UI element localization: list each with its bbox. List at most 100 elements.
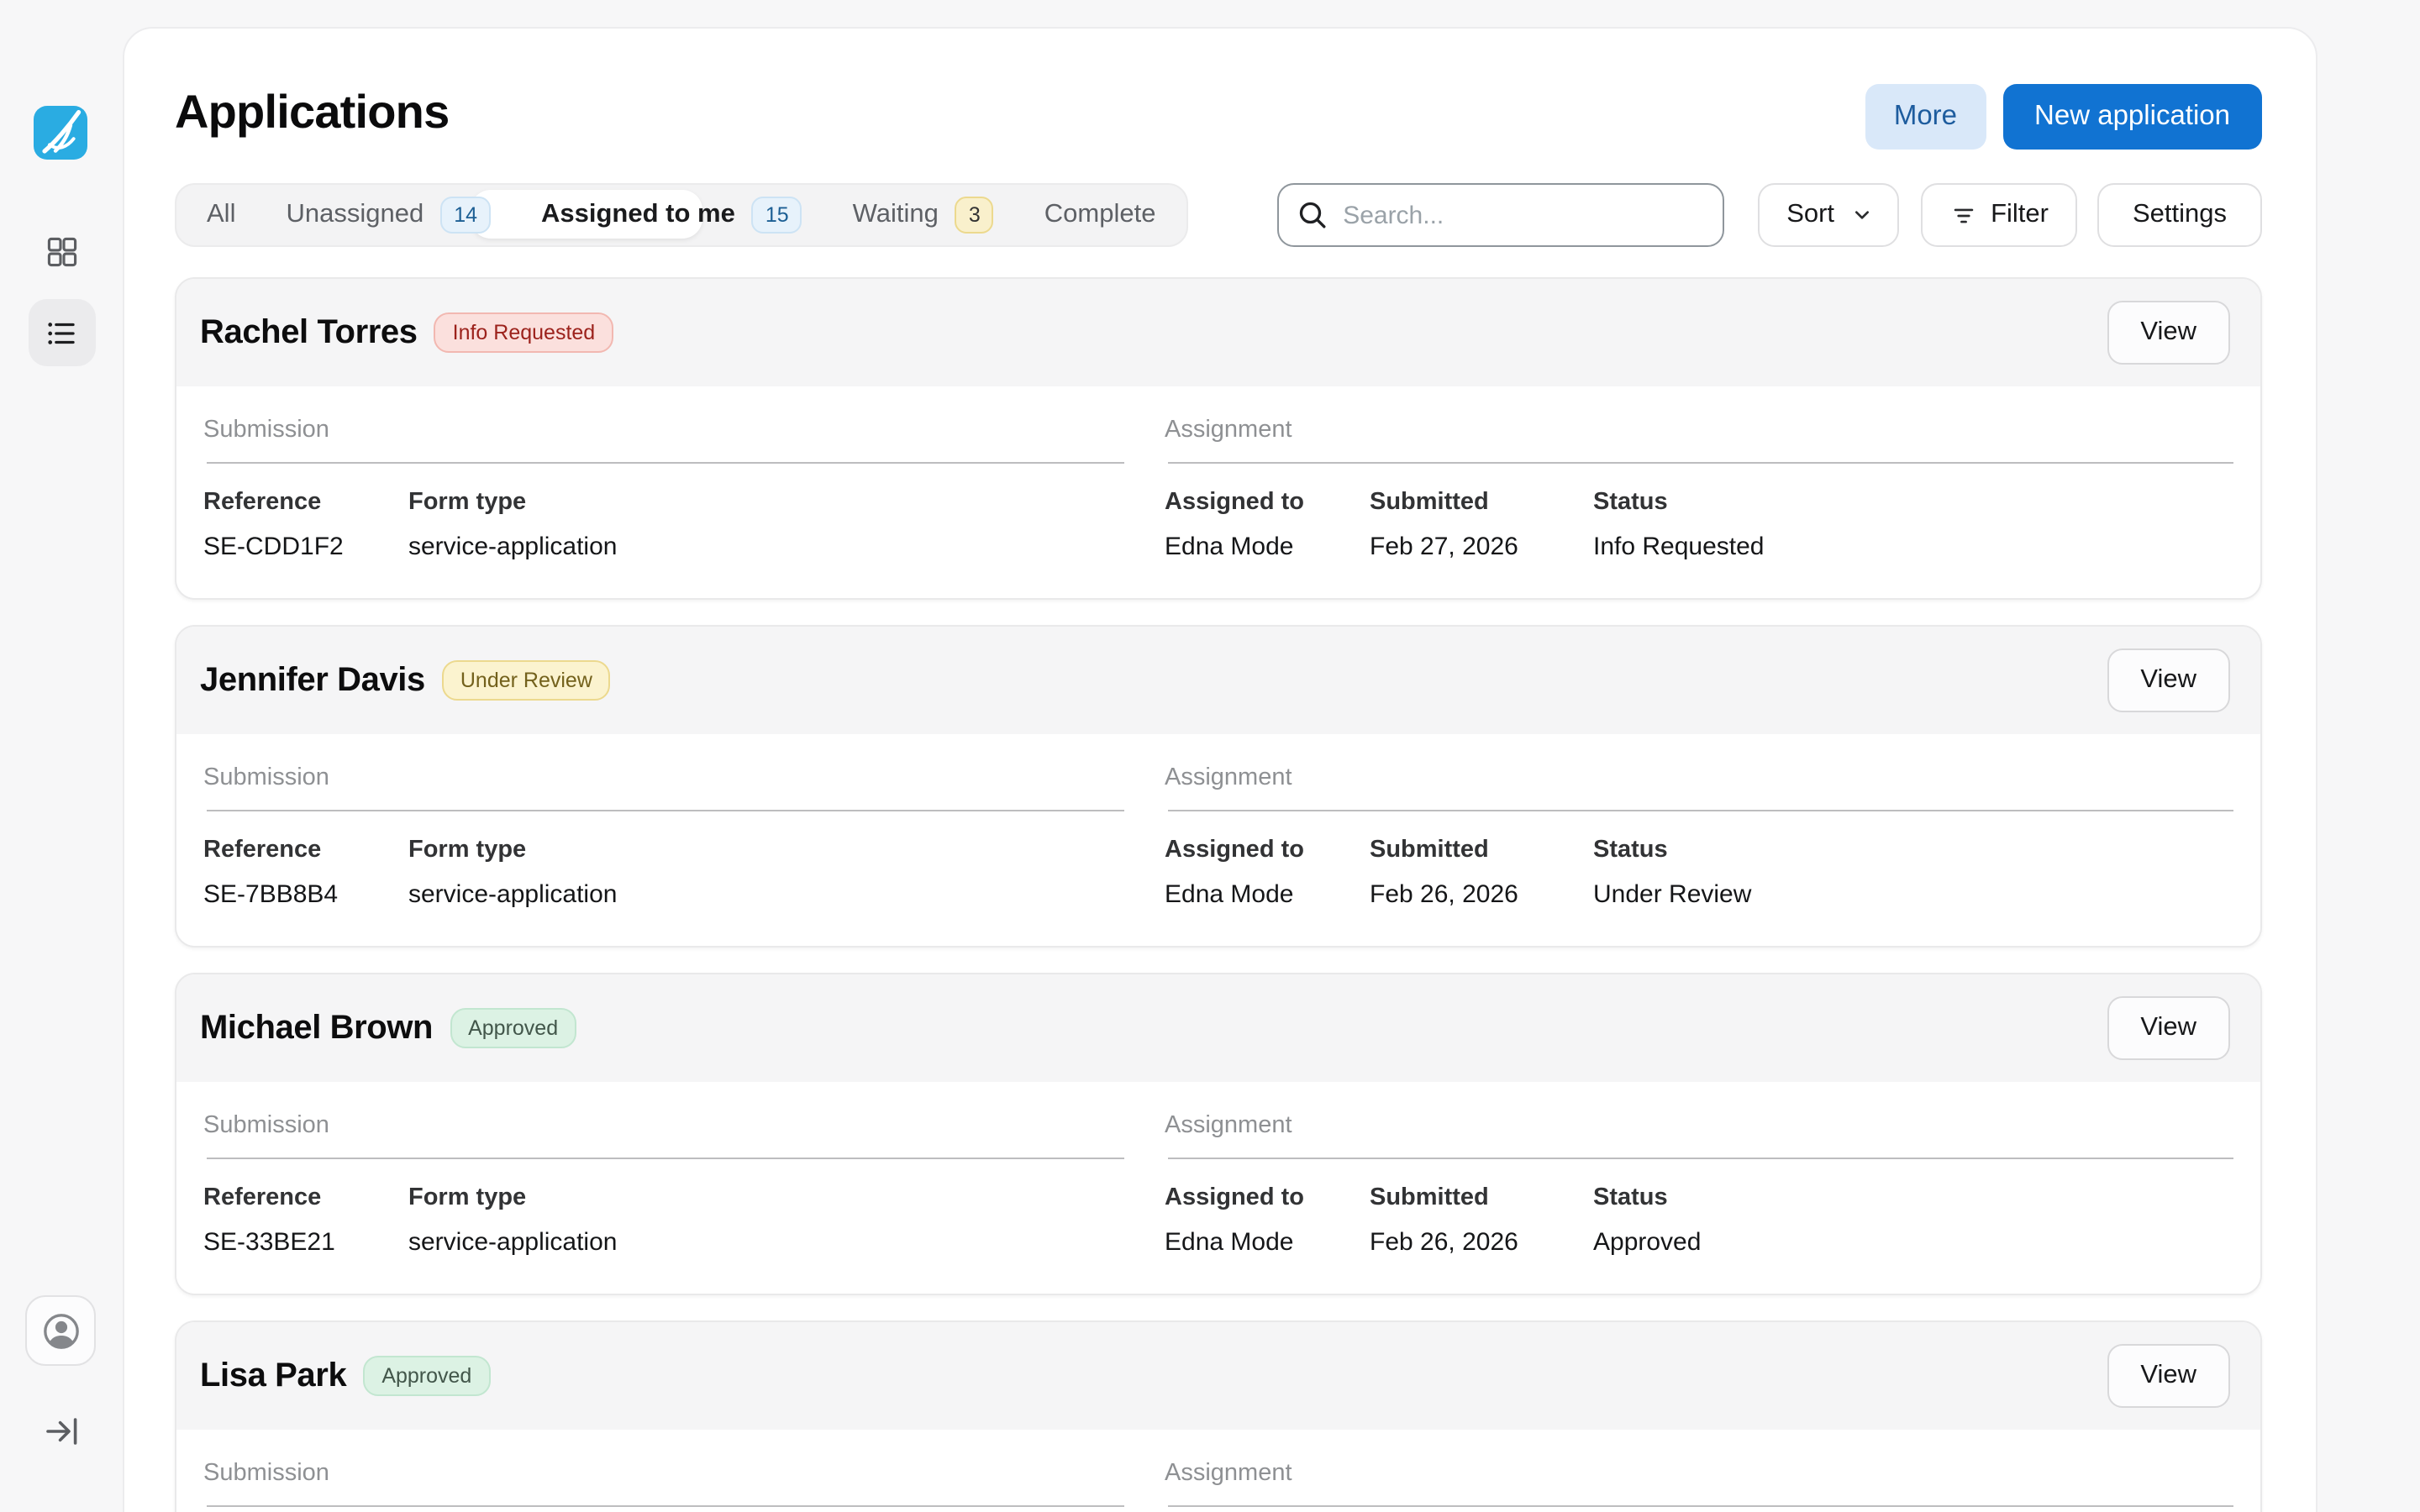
column-header-reference: Reference (203, 489, 408, 516)
application-card: Rachel Torres Info Requested View Submissio… (175, 277, 2262, 600)
assignment-header-row: Assigned toSubmittedStatus (1165, 489, 2233, 516)
submission-section: Submission ReferenceForm type SE-CDD1F2ser… (203, 417, 1124, 561)
view-button[interactable]: View (2107, 1344, 2230, 1408)
submitted-value: Feb 27, 2026 (1370, 533, 1593, 561)
submitted-value: Feb 26, 2026 (1370, 880, 1593, 909)
applications-list: Rachel Torres Info Requested View Submissio… (175, 277, 2262, 1512)
column-header-assigned-to: Assigned to (1165, 489, 1370, 516)
settings-label: Settings (2133, 200, 2227, 230)
section-label-assignment: Assignment (1165, 764, 2233, 791)
filter-button[interactable]: Filter (1920, 183, 2077, 247)
section-label-submission: Submission (203, 1112, 1124, 1139)
page-header: Applications More New application (175, 84, 2262, 150)
logo-a-icon (34, 106, 87, 160)
assigned-to-value: Edna Mode (1165, 533, 1370, 561)
reference-value: SE-33BE21 (203, 1228, 408, 1257)
assignment-section: AssignmentAssigned toSubmittedStatusEdna… (1165, 1112, 2233, 1257)
new-application-button[interactable]: New application (2002, 84, 2262, 150)
tab-label: Complete (1044, 200, 1156, 230)
submission-section: Submission ReferenceForm type SE-33BE21ser… (203, 1112, 1124, 1257)
more-button[interactable]: More (1865, 84, 1986, 150)
assigned-to-value: Edna Mode (1165, 1228, 1370, 1257)
assigned-to-value: Edna Mode (1165, 880, 1370, 909)
submission-value-row: SE-CDD1F2service-application (203, 533, 1124, 561)
view-button[interactable]: View (2107, 648, 2230, 712)
submitted-value: Feb 26, 2026 (1370, 1228, 1593, 1257)
status-badge: Approved (363, 1356, 490, 1397)
status-badge: Approved (450, 1008, 576, 1049)
column-header-form-type: Form type (408, 1184, 1124, 1211)
assignment-value-row: Edna ModeFeb 27, 2026Info Requested (1165, 533, 2233, 561)
user-avatar-icon (39, 1310, 82, 1352)
tab-waiting[interactable]: Waiting3 (853, 185, 994, 245)
tab-bar: All Unassigned 14 Assigned to me15 Waiting3 C… (175, 183, 1187, 247)
sort-label: Sort (1786, 200, 1834, 230)
assignment-section: AssignmentAssigned toSubmittedStatusEdna… (1165, 417, 2233, 561)
view-button[interactable]: View (2107, 301, 2230, 365)
card-body: Submission ReferenceForm type SE-33BE21ser… (176, 1082, 2260, 1294)
reference-value: SE-CDD1F2 (203, 533, 408, 561)
view-button[interactable]: View (2107, 996, 2230, 1060)
card-header: Jennifer DavisUnder ReviewView (176, 627, 2260, 734)
section-label-submission: Submission (203, 417, 1124, 444)
tab-complete[interactable]: Complete (1044, 185, 1156, 245)
sidebar-item-dashboard[interactable] (28, 228, 95, 276)
column-header-reference: Reference (203, 1184, 408, 1211)
chevron-down-icon (1848, 202, 1875, 228)
user-avatar-button[interactable] (25, 1295, 96, 1366)
assignment-section: Assignment Assigned toSubmittedStatus Edna… (1165, 764, 2233, 909)
submission-header-row: ReferenceForm type (203, 489, 1124, 516)
applicant-name: Rachel Torres (200, 313, 418, 352)
column-header-status: Status (1593, 1184, 2233, 1211)
sign-out-button[interactable] (42, 1411, 82, 1452)
assignment-value-row: Edna ModeFeb 26, 2026Approved (1165, 1228, 2233, 1257)
filter-lines-icon (1949, 201, 1977, 229)
sort-button[interactable]: Sort (1758, 183, 1898, 247)
sidebar-item-applications-list[interactable] (28, 299, 95, 366)
submission-header-row: ReferenceForm type (203, 837, 1124, 864)
form-type-value: service-application (408, 533, 1124, 561)
tab-count-badge: 14 (440, 197, 491, 234)
application-card: Lisa Park Approved View Submission Assignmen… (175, 1320, 2262, 1512)
card-body: SubmissionReferenceForm typeSE-7BB8B4ser… (176, 734, 2260, 946)
sidebar (0, 0, 123, 1512)
assignment-header-row: Assigned toSubmittedStatus (1165, 837, 2233, 864)
card-header: Michael Brown Approved View (176, 974, 2260, 1082)
search-input[interactable] (1277, 183, 1724, 247)
search-box (1277, 183, 1724, 247)
submission-header-row: ReferenceForm type (203, 1184, 1124, 1211)
applicant-name: Jennifer Davis (200, 661, 425, 700)
header-actions: More New application (1865, 84, 2262, 150)
section-label-submission: Submission (203, 1460, 1124, 1487)
tab-unassigned[interactable]: Unassigned 14 (286, 185, 491, 245)
status-value: Under Review (1593, 880, 2233, 909)
tab-label: Unassigned (286, 200, 424, 230)
settings-button[interactable]: Settings (2097, 183, 2262, 247)
status-value: Info Requested (1593, 533, 2233, 561)
status-value: Approved (1593, 1228, 2233, 1257)
application-card: Jennifer DavisUnder ReviewViewSubmission… (175, 625, 2262, 948)
app-logo[interactable] (34, 106, 87, 160)
applicant-name: Michael Brown (200, 1009, 433, 1047)
card-body: Submission Assignment (176, 1430, 2260, 1512)
section-label-assignment: Assignment (1165, 1112, 2233, 1139)
tab-all[interactable]: All (207, 185, 235, 245)
page-title: Applications (175, 84, 449, 137)
applicant-name: Lisa Park (200, 1357, 346, 1395)
filter-label: Filter (1991, 200, 2049, 230)
grid-icon (43, 234, 80, 270)
application-card: Michael Brown Approved View Submission Refer… (175, 973, 2262, 1295)
column-header-status: Status (1593, 489, 2233, 516)
column-header-submitted: Submitted (1370, 489, 1593, 516)
list-icon (44, 315, 79, 350)
submission-value-row: SE-33BE21service-application (203, 1228, 1124, 1257)
assignment-value-row: Edna ModeFeb 26, 2026Under Review (1165, 880, 2233, 909)
column-header-reference: Reference (203, 837, 408, 864)
card-body: Submission ReferenceForm type SE-CDD1F2ser… (176, 386, 2260, 598)
column-header-form-type: Form type (408, 837, 1124, 864)
card-header: Lisa Park Approved View (176, 1322, 2260, 1430)
tab-count-badge: 3 (955, 197, 994, 234)
column-header-assigned-to: Assigned to (1165, 837, 1370, 864)
assignment-section: Assignment (1165, 1460, 2233, 1507)
tab-assigned-to-me[interactable]: Assigned to me15 (541, 185, 802, 245)
